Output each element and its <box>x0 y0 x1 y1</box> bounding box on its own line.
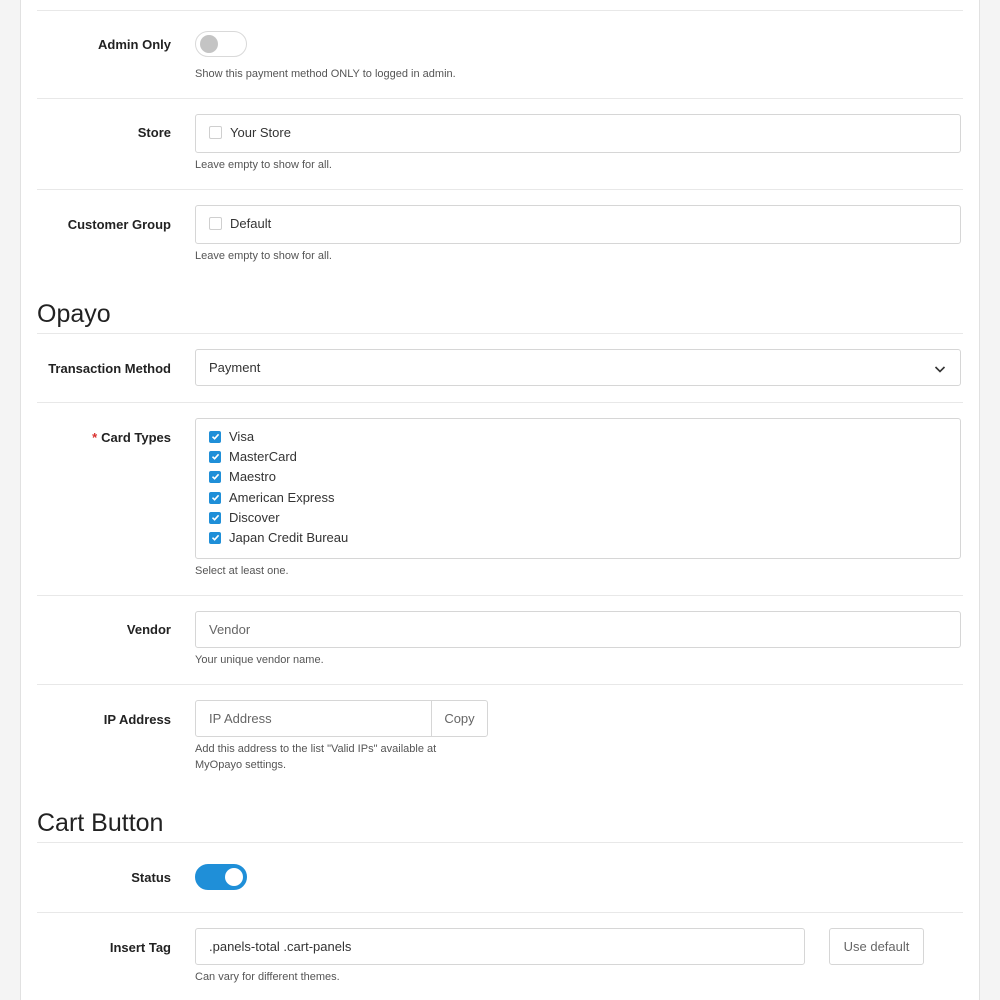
checkbox-checked[interactable] <box>209 430 221 443</box>
divider <box>37 98 963 99</box>
ip-address-label: IP Address <box>103 712 171 727</box>
card-type-option[interactable]: MasterCard <box>209 449 297 464</box>
divider <box>37 10 963 11</box>
divider <box>37 912 963 913</box>
vendor-label: Vendor <box>126 622 171 637</box>
divider <box>37 595 963 596</box>
admin-only-label: Admin Only <box>98 37 171 52</box>
status-toggle[interactable] <box>195 864 247 890</box>
required-mark: * <box>92 430 98 445</box>
ip-address-input[interactable]: IP Address <box>195 700 432 737</box>
card-types-label: * Card Types <box>37 430 171 445</box>
divider <box>37 333 963 334</box>
chevron-down-icon <box>934 362 946 380</box>
checkbox-checked[interactable] <box>209 491 221 504</box>
vendor-placeholder: Vendor <box>209 622 251 637</box>
vendor-help: Your unique vendor name. <box>195 654 324 666</box>
status-label: Status <box>131 870 171 885</box>
checkbox[interactable] <box>209 217 222 230</box>
toggle-knob <box>200 35 218 53</box>
customer-group-checkbox-list: Default <box>195 205 961 244</box>
transaction-method-value: Payment <box>209 360 261 375</box>
card-types-help: Select at least one. <box>195 565 289 577</box>
checkbox[interactable] <box>209 126 222 139</box>
store-option-label: Your Store <box>230 125 291 140</box>
insert-tag-input[interactable]: .panels-total .cart-panels <box>195 928 805 965</box>
divider <box>37 402 963 403</box>
card-type-label: Visa <box>229 429 255 444</box>
insert-tag-label: Insert Tag <box>109 940 171 955</box>
vendor-input[interactable]: Vendor <box>195 611 961 648</box>
store-checkbox-list: Your Store <box>195 114 961 153</box>
checkbox-checked[interactable] <box>209 470 221 483</box>
copy-button[interactable]: Copy <box>431 700 488 737</box>
customer-group-option[interactable]: Default <box>209 216 271 231</box>
card-type-option[interactable]: Visa <box>209 429 254 444</box>
ip-address-help-line: Add this address to the list "Valid IPs"… <box>195 743 437 755</box>
insert-tag-help: Can vary for different themes. <box>195 971 340 983</box>
use-default-button[interactable]: Use default <box>829 928 924 965</box>
divider <box>37 189 963 190</box>
ip-address-help: Add this address to the list "Valid IPs"… <box>195 741 436 773</box>
card-type-label: MasterCard <box>229 449 297 464</box>
divider <box>37 684 963 685</box>
card-types-checkbox-list: Visa MasterCard Maestro American Express… <box>195 418 961 559</box>
section-title-cart-button: Cart Button <box>37 809 164 837</box>
admin-only-toggle[interactable] <box>195 31 247 57</box>
card-type-option[interactable]: Maestro <box>209 469 276 484</box>
admin-only-help: Show this payment method ONLY to logged … <box>195 68 456 80</box>
section-title-opayo: Opayo <box>37 300 111 328</box>
ip-address-help-line: MyOpayo settings. <box>195 759 287 771</box>
transaction-method-select[interactable]: Payment <box>195 349 961 386</box>
card-types-label-text: Card Types <box>101 430 171 445</box>
card-type-label: Discover <box>229 510 280 525</box>
store-label: Store <box>137 125 171 140</box>
ip-address-placeholder: IP Address <box>209 711 272 726</box>
card-type-label: American Express <box>229 490 335 505</box>
checkbox-checked[interactable] <box>209 531 221 544</box>
insert-tag-value: .panels-total .cart-panels <box>209 939 352 954</box>
divider <box>37 842 963 843</box>
card-type-option[interactable]: American Express <box>209 490 334 505</box>
card-type-label: Maestro <box>229 469 276 484</box>
card-type-option[interactable]: Japan Credit Bureau <box>209 530 348 545</box>
store-help: Leave empty to show for all. <box>195 159 332 171</box>
customer-group-label: Customer Group <box>67 217 171 232</box>
transaction-method-label: Transaction Method <box>48 361 171 376</box>
toggle-knob <box>225 868 243 886</box>
checkbox-checked[interactable] <box>209 450 221 463</box>
customer-group-help: Leave empty to show for all. <box>195 250 332 262</box>
card-type-label: Japan Credit Bureau <box>229 530 349 545</box>
card-type-option[interactable]: Discover <box>209 510 280 525</box>
store-option[interactable]: Your Store <box>209 125 291 140</box>
customer-group-option-label: Default <box>230 216 272 231</box>
checkbox-checked[interactable] <box>209 511 221 524</box>
